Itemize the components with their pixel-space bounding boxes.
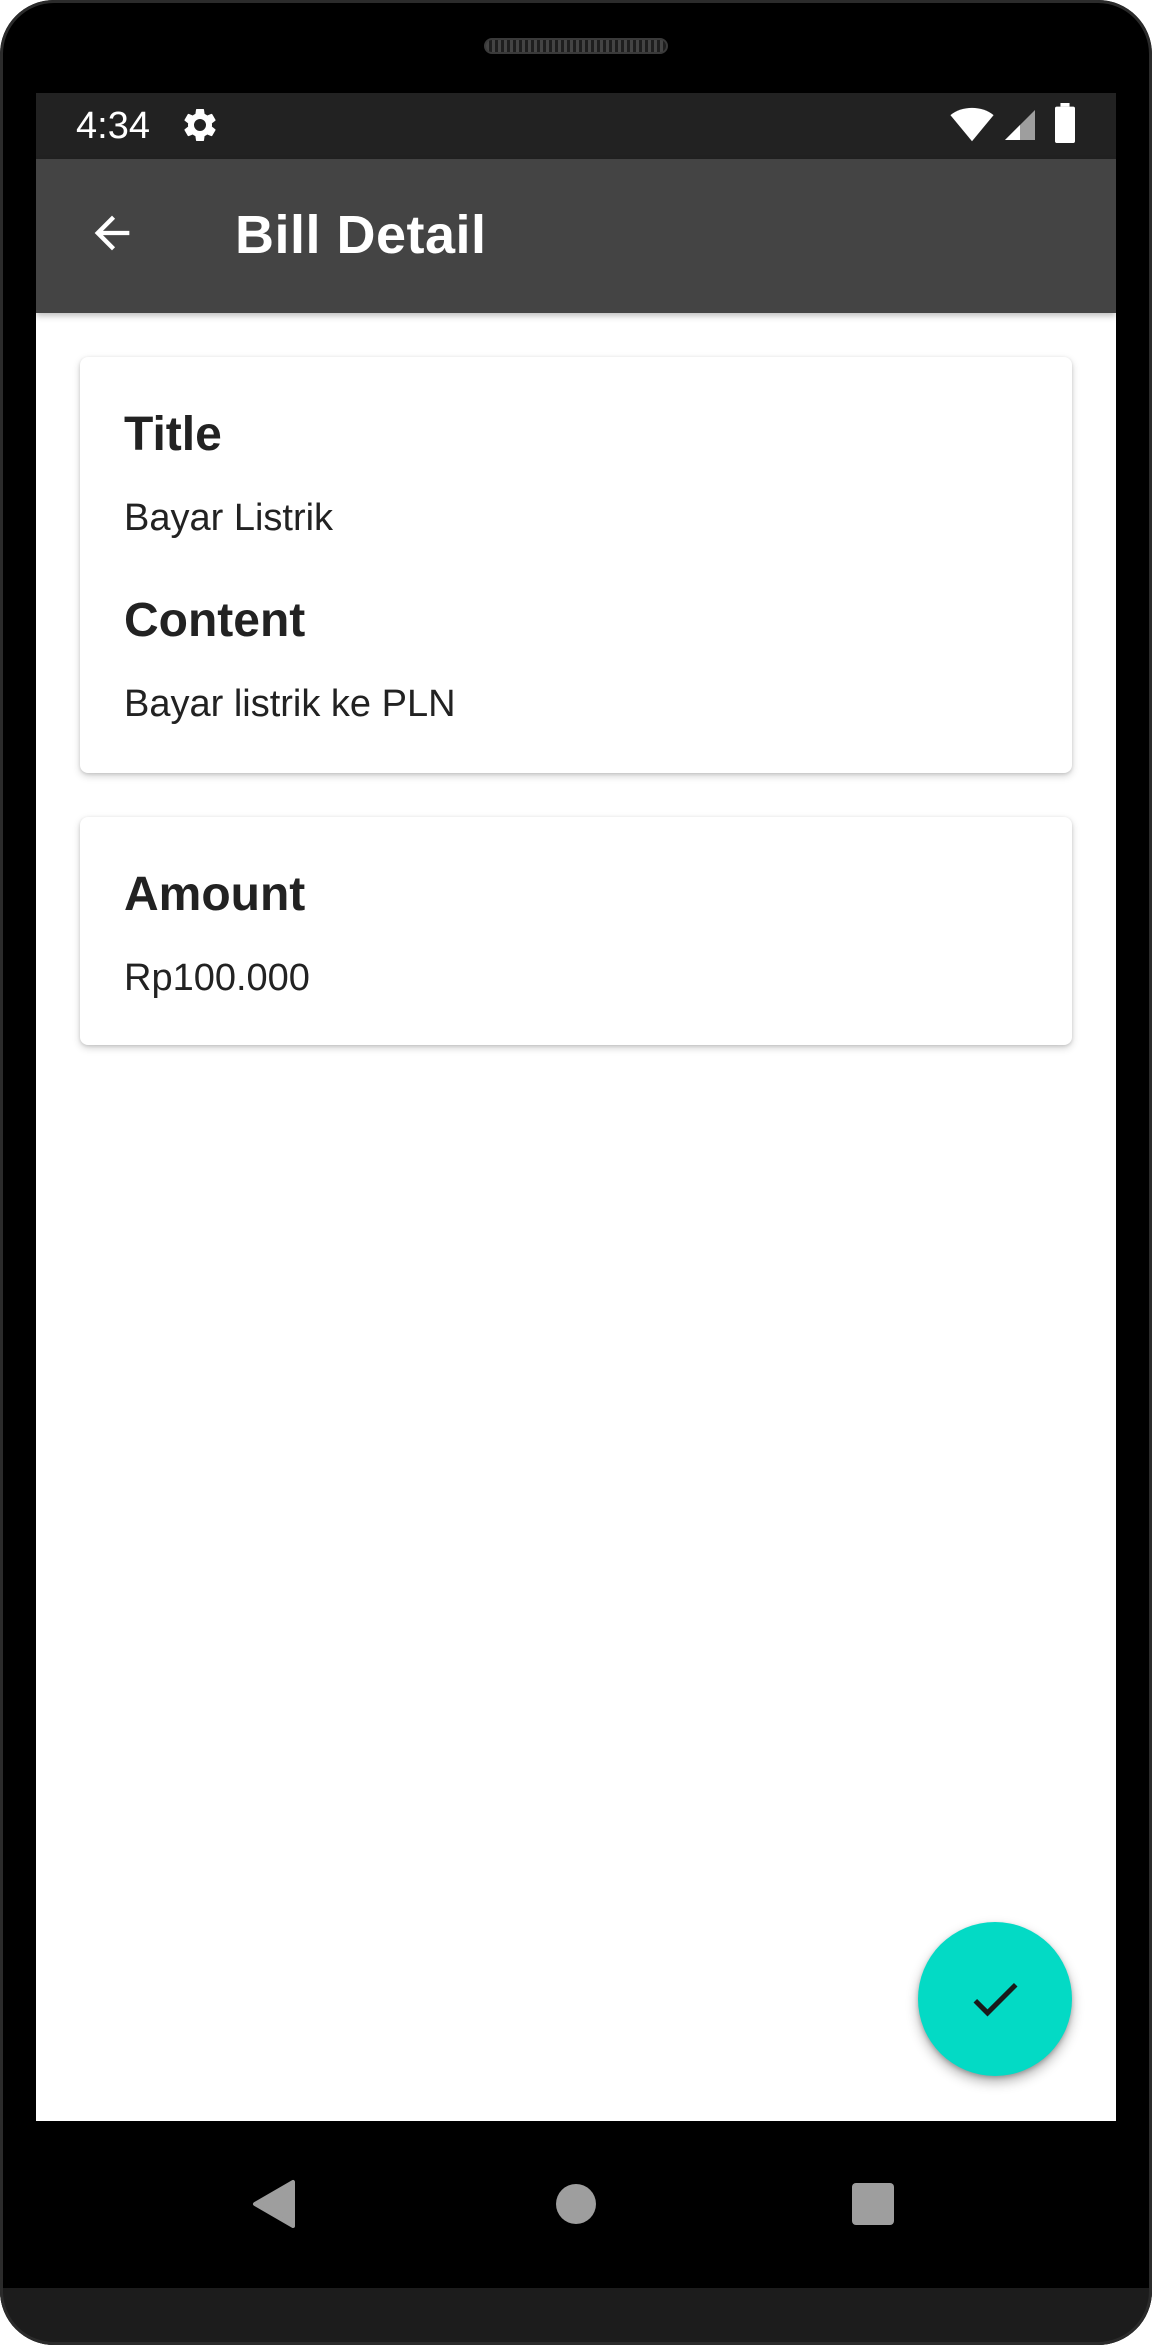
wifi-icon — [950, 107, 994, 142]
signal-icon — [1005, 110, 1035, 140]
content-value: Bayar listrik ke PLN — [124, 683, 456, 725]
confirm-fab-button[interactable] — [918, 1922, 1072, 2076]
speaker-grille — [484, 38, 668, 54]
back-button[interactable] — [76, 197, 148, 269]
nav-back-icon — [253, 2180, 295, 2228]
amount-value: Rp100.000 — [124, 957, 310, 999]
system-nav-bar — [36, 2121, 1116, 2288]
title-label: Title — [124, 408, 222, 461]
nav-home-icon — [556, 2184, 596, 2224]
check-icon — [973, 1982, 1018, 2017]
content-label: Content — [124, 594, 306, 647]
app-bar: Bill Detail — [36, 159, 1116, 313]
app-screen: 4:34 Bill Detail Title Bayar Listrik Con… — [36, 93, 1116, 2121]
battery-icon — [1055, 103, 1075, 143]
status-time: 4:34 — [76, 105, 150, 147]
amount-label: Amount — [124, 868, 306, 921]
page-title: Bill Detail — [235, 205, 487, 265]
device-frame: 4:34 Bill Detail Title Bayar Listrik Con… — [0, 0, 1152, 2345]
bill-details-card: Title Bayar Listrik Content Bayar listri… — [80, 357, 1072, 773]
gear-icon — [184, 108, 216, 141]
nav-home-button[interactable] — [533, 2161, 619, 2247]
device-chin — [0, 2288, 1152, 2345]
nav-back-button[interactable] — [231, 2161, 317, 2247]
nav-recents-icon — [852, 2183, 894, 2225]
arrow-left-icon — [94, 215, 130, 251]
nav-recents-button[interactable] — [830, 2161, 916, 2247]
amount-card: Amount Rp100.000 — [80, 817, 1072, 1045]
title-value: Bayar Listrik — [124, 497, 334, 539]
status-bar: 4:34 — [36, 93, 1116, 159]
